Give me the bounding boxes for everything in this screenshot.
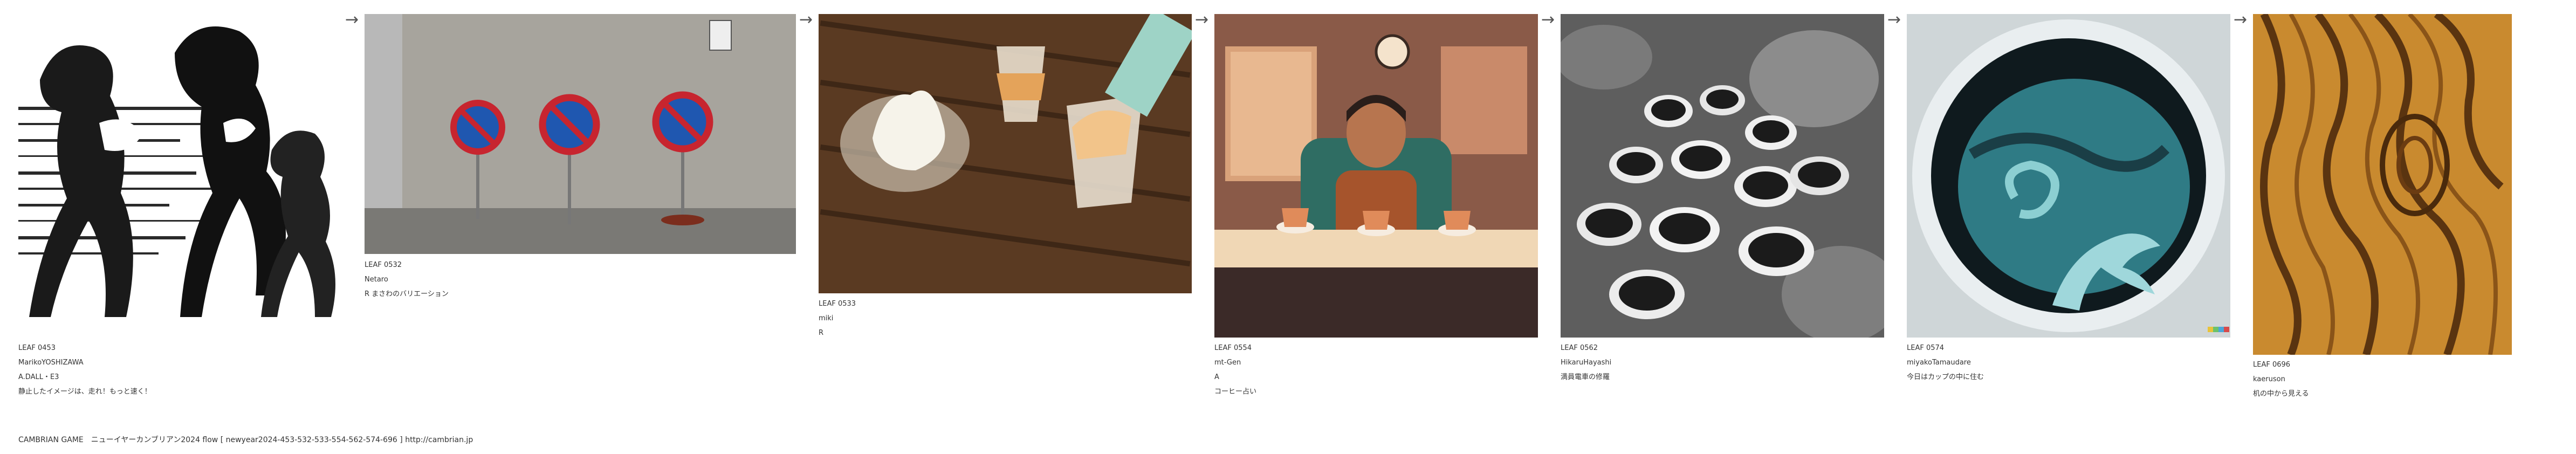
wood-grain-icon <box>2253 14 2512 355</box>
card-image[interactable] <box>365 14 796 254</box>
card-line3: 満員電車の修羅 <box>1561 373 1610 381</box>
card-line4 <box>1561 384 1611 399</box>
running-women-ink-icon <box>18 15 342 339</box>
card-author[interactable]: miyakoTamaudare <box>1907 355 1984 370</box>
card-line4 <box>365 301 449 316</box>
card-line4 <box>819 340 856 355</box>
card-author[interactable]: mt-Gen <box>1214 355 1256 370</box>
card-author[interactable]: HikaruHayashi <box>1561 355 1611 370</box>
card-image[interactable] <box>2253 14 2512 355</box>
whale-tail-in-cup-icon <box>1907 14 2230 338</box>
card-line3: A <box>1214 373 1219 381</box>
card-image[interactable] <box>1907 14 2230 338</box>
footer-flow-info[interactable]: CAMBRIAN GAME ニューイヤーカンブリアン2024 flow [ ne… <box>18 434 473 445</box>
flow-arrow-icon: → <box>1887 10 1901 29</box>
coffee-cups-rocks-icon <box>1561 14 1884 338</box>
card-line3: R <box>819 329 824 337</box>
card-image[interactable] <box>819 14 1192 293</box>
card-code: LEAF 0532 <box>365 261 402 269</box>
card-code: LEAF 0696 <box>2253 361 2291 369</box>
card-line4: コーヒー占い <box>1214 388 1257 396</box>
flow-arrow-icon: → <box>799 10 813 29</box>
card-author[interactable]: MarikoYOSHIZAWA <box>18 355 152 370</box>
flow-arrow-icon: → <box>2234 10 2248 29</box>
ice-cream-parfait-icon <box>819 14 1192 293</box>
card-line3: A.DALL・E3 <box>18 373 59 381</box>
card-line4: 静止したイメージは、走れ！もっと速く！ <box>18 388 152 396</box>
card-line3: R まさわのバリエーション <box>365 290 449 298</box>
card-line4 <box>1907 384 1984 399</box>
card-code: LEAF 0574 <box>1907 344 1945 352</box>
flow-arrow-icon: → <box>1195 10 1209 29</box>
card-line4 <box>2253 401 2309 416</box>
card-line3: 今日はカップの中に住む <box>1907 373 1984 381</box>
card-code: LEAF 0533 <box>819 300 856 308</box>
card-image[interactable] <box>18 15 342 339</box>
card-author[interactable]: kaeruson <box>2253 372 2309 387</box>
flow-arrow-icon: → <box>1541 10 1555 29</box>
no-parking-signs-icon <box>365 14 796 254</box>
card-image[interactable] <box>1214 14 1538 338</box>
flow-arrow-icon: → <box>345 10 359 29</box>
card-author[interactable]: miki <box>819 311 856 326</box>
card-author[interactable]: Netaro <box>365 272 449 287</box>
card-code: LEAF 0453 <box>18 344 56 352</box>
card-code: LEAF 0562 <box>1561 344 1598 352</box>
card-code: LEAF 0554 <box>1214 344 1252 352</box>
coffee-worry-illustration-icon <box>1214 14 1538 338</box>
card-line3: 机の中から見える <box>2253 390 2309 398</box>
card-image[interactable] <box>1561 14 1884 338</box>
